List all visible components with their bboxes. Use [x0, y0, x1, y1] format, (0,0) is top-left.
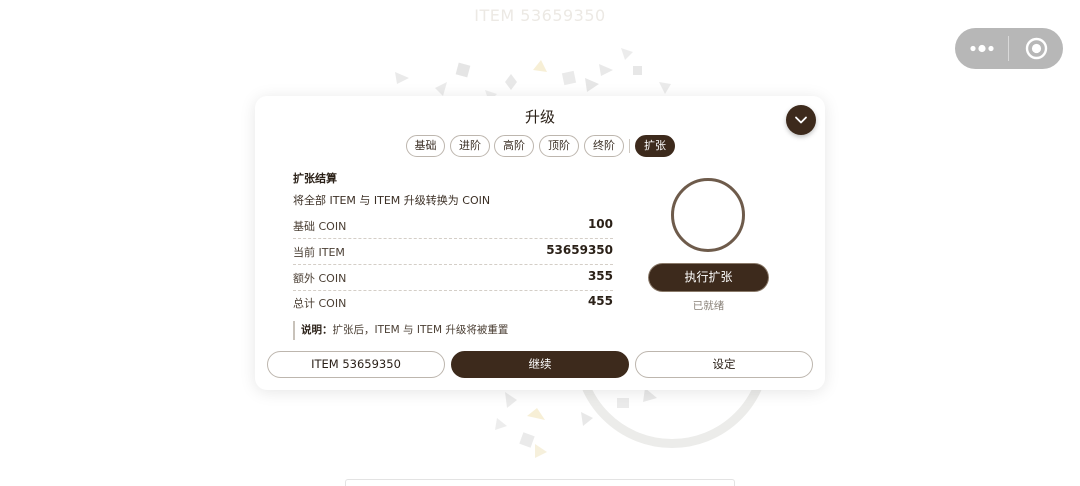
- row-value: 355: [587, 269, 613, 283]
- settlement-row: 额外 COIN 355: [293, 268, 613, 291]
- row-value: 455: [587, 294, 613, 308]
- upgrade-panel: 升级 基础 进阶 高阶 顶阶 终阶 扩张 扩张结算 将全部 ITEM 与 ITE…: [255, 96, 825, 390]
- tab-divider: [629, 139, 630, 153]
- screen: ITEM 53659350 升级 基础 进阶 高阶 顶阶 终阶 扩张 扩张结算 …: [0, 0, 1080, 486]
- chevron-down-icon: [795, 116, 807, 124]
- panel-title: 升级: [524, 108, 555, 126]
- continue-button[interactable]: 继续: [451, 351, 629, 378]
- capsule-divider: [1008, 36, 1009, 61]
- row-value: 53659350: [546, 243, 613, 257]
- target-circle-icon[interactable]: [1025, 37, 1048, 60]
- row-value: 100: [587, 217, 613, 231]
- tab-expand[interactable]: 扩张: [635, 135, 675, 157]
- background-item-counter: ITEM 53659350: [474, 6, 606, 25]
- tab-basic[interactable]: 基础: [406, 135, 445, 157]
- settlement-row: 当前 ITEM 53659350: [293, 242, 613, 265]
- tab-final[interactable]: 终阶: [584, 135, 624, 157]
- row-label: 总计 COIN: [293, 297, 347, 310]
- settlement-row-total: 总计 COIN 455: [293, 293, 613, 315]
- settlement-row: 基础 COIN 100: [293, 216, 613, 239]
- note-text: 扩张后，ITEM 与 ITEM 升级将被重置: [332, 324, 509, 336]
- status-text: 已就绪: [692, 300, 725, 312]
- row-label: 当前 ITEM: [293, 246, 345, 259]
- section-title: 扩张结算: [293, 172, 337, 185]
- settings-button[interactable]: 设定: [635, 351, 813, 378]
- item-count-button[interactable]: ITEM 53659350: [267, 351, 445, 378]
- confetti-decoration-lower: [495, 388, 657, 458]
- row-label: 基础 COIN: [293, 220, 347, 233]
- progress-ring: [671, 178, 745, 252]
- section-description: 将全部 ITEM 与 ITEM 升级转换为 COIN: [293, 194, 491, 207]
- tier-tabs: 基础 进阶 高阶 顶阶 终阶 扩张: [255, 135, 825, 159]
- tab-advanced[interactable]: 进阶: [450, 135, 490, 157]
- execute-expand-button[interactable]: 执行扩张: [649, 264, 768, 291]
- note: 说明：扩张后，ITEM 与 ITEM 升级将被重置: [293, 321, 508, 340]
- note-label: 说明：: [301, 324, 333, 336]
- background-progress-bar: [345, 479, 735, 486]
- row-label: 额外 COIN: [293, 272, 347, 285]
- more-dots-icon[interactable]: [969, 40, 995, 57]
- mini-program-capsule: [955, 28, 1063, 69]
- tab-top[interactable]: 顶阶: [539, 135, 579, 157]
- tab-high[interactable]: 高阶: [494, 135, 534, 157]
- collapse-button[interactable]: [786, 105, 816, 135]
